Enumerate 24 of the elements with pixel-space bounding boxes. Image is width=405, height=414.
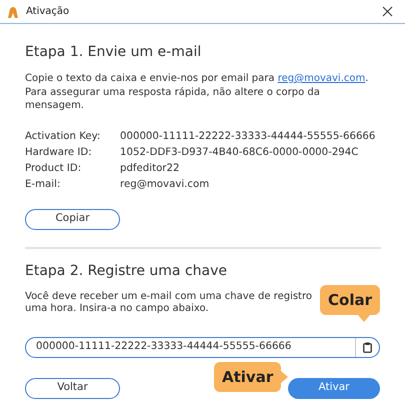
detail-value: 1052-DDF3-D937-4B40-68C6-0000-0000-294C [120, 146, 360, 160]
detail-label: Activation Key: [25, 130, 102, 144]
clipboard-icon[interactable] [363, 342, 372, 352]
detail-value: pdfeditor22 [120, 162, 180, 176]
detail-label: Product ID: [25, 162, 82, 176]
detail-label: E-mail: [25, 178, 62, 192]
callout: Colar [320, 285, 380, 322]
window-title: Ativação [26, 5, 70, 19]
step-heading: Etapa 1. Envie um e-mail [25, 43, 202, 62]
close-icon[interactable] [382, 6, 393, 17]
callout: Ativar [214, 362, 288, 392]
detail-value: 000000-11111-22222-33333-44444-55555-66666 [120, 130, 376, 144]
email-link[interactable]: reg@movavi.com [278, 73, 366, 84]
back-button[interactable]: Voltar [25, 378, 120, 398]
detail-value: reg@movavi.com [120, 178, 210, 192]
activate-button[interactable]: Ativar [288, 378, 380, 398]
instructions-text: Você deve receber um e-mail com uma chave de registro uma hora. Insira-a no campo abaixo. [25, 290, 313, 314]
instructions-text: Copie o texto da caixa e envie-nos por email para reg@movavi.com. Para assegurar uma resposta rápida, não altere o corpo da mensagem. [25, 72, 370, 112]
detail-label: Hardware ID: [25, 146, 93, 160]
key-input[interactable]: 000000-11111-22222-33333-44444-55555-66666 [26, 339, 355, 355]
step-heading: Etapa 2. Registre uma chave [25, 262, 228, 280]
app-logo-icon [6, 4, 20, 18]
copy-button[interactable]: Copiar [25, 208, 120, 230]
key-field[interactable]: 000000-11111-22222-33333-44444-55555-66666 [25, 336, 380, 358]
